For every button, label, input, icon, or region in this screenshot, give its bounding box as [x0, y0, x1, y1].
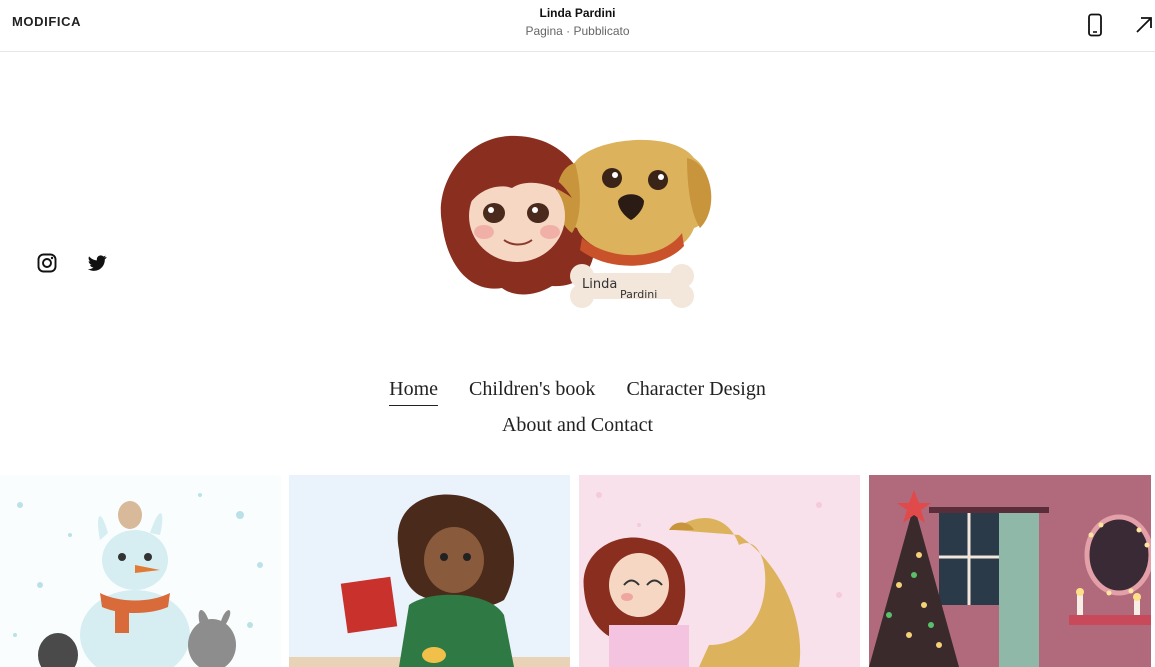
- nav-character-design[interactable]: Character Design: [626, 378, 765, 405]
- twitter-icon[interactable]: [86, 252, 108, 279]
- gallery-tile-christmas[interactable]: [869, 475, 1151, 667]
- main-nav-row-2: About and Contact: [0, 414, 1155, 441]
- site-title: Linda Pardini: [539, 6, 616, 20]
- gallery-tile-snowman[interactable]: [0, 475, 281, 667]
- page-title-block: Linda Pardini Pagina · Pubblicato: [0, 6, 1155, 39]
- instagram-icon[interactable]: [36, 252, 58, 279]
- nav-home[interactable]: Home: [389, 378, 439, 406]
- mobile-phone-icon[interactable]: [1082, 12, 1108, 38]
- gallery-tile-girl-dog[interactable]: [579, 475, 860, 667]
- arrow-up-right-icon[interactable]: [1131, 12, 1155, 38]
- site-logo[interactable]: Linda Pardini: [432, 128, 722, 320]
- gallery-tile-girl-book[interactable]: [289, 475, 570, 667]
- main-nav-row-1: Home Children's book Character Design: [0, 378, 1155, 406]
- bone-text-pardini: Pardini: [620, 288, 657, 301]
- nav-childrens-book[interactable]: Children's book: [469, 378, 595, 405]
- nav-about-contact[interactable]: About and Contact: [502, 414, 653, 441]
- page-status: Pagina · Pubblicato: [525, 24, 630, 38]
- portfolio-gallery: [0, 475, 1155, 667]
- bone-text-linda: Linda: [582, 277, 617, 292]
- editor-top-bar: MODIFICA Linda Pardini Pagina · Pubblica…: [0, 0, 1155, 52]
